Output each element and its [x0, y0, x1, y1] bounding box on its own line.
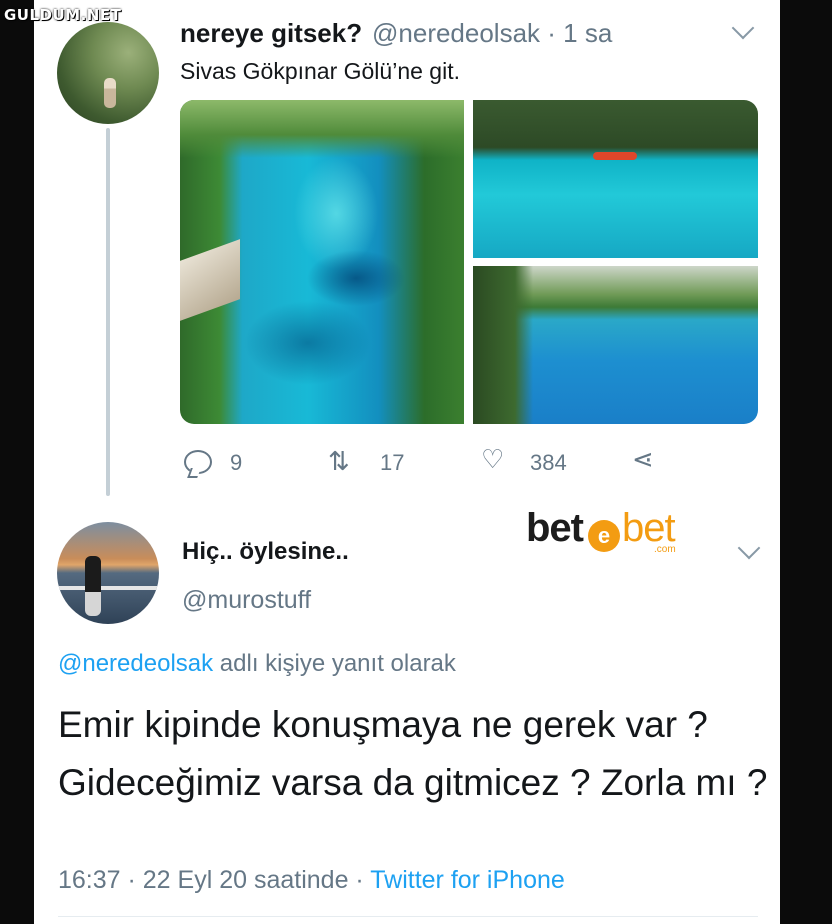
- tweet-text: Sivas Gökpınar Gölü’ne git.: [180, 58, 460, 84]
- author-display-name[interactable]: nereye gitsek?: [180, 18, 362, 49]
- avatar[interactable]: [57, 522, 159, 624]
- chevron-down-icon[interactable]: [731, 16, 755, 40]
- reply-mention-link[interactable]: @neredeolsak: [58, 650, 213, 677]
- thread-connector-line: [106, 128, 110, 496]
- avatar-figure: [104, 78, 116, 108]
- sponsor-logo: bet e bet .com: [526, 506, 696, 556]
- logo-domain: .com: [654, 544, 676, 555]
- tweet-photo-1[interactable]: [180, 100, 464, 424]
- retweet-count: 17: [380, 450, 405, 475]
- logo-text-left: bet: [526, 506, 584, 550]
- reply-context: @neredeolsak adlı kişiye yanıt olarak: [58, 650, 456, 678]
- watermark-logo: GULDUM.NET: [4, 6, 122, 24]
- tweet-metadata: 16:37 · 22 Eyl 20 saatinde · Twitter for…: [58, 866, 565, 895]
- chevron-down-icon[interactable]: [737, 536, 761, 560]
- author-handle[interactable]: @murostuff: [182, 586, 311, 615]
- divider: [58, 916, 758, 917]
- reply-count: 9: [230, 450, 243, 475]
- like-icon[interactable]: ♡: [481, 444, 504, 474]
- tweet-photo-2[interactable]: [473, 100, 758, 258]
- tweet-timestamp[interactable]: 16:37 · 22 Eyl 20 saatinde ·: [58, 866, 370, 894]
- tweet-text: Emir kipinde konuşmaya ne gerek var ? Gi…: [58, 704, 768, 803]
- share-icon[interactable]: ⋖: [632, 444, 654, 474]
- tweet-source-link[interactable]: Twitter for iPhone: [370, 866, 565, 894]
- like-count: 384: [530, 450, 567, 475]
- retweet-icon[interactable]: ⇅: [328, 446, 350, 476]
- avatar-figure: [85, 556, 101, 616]
- reply-icon[interactable]: [184, 450, 212, 474]
- avatar-railing: [57, 586, 159, 590]
- author-handle-time[interactable]: @neredeolsak · 1 sa: [372, 18, 612, 49]
- avatar[interactable]: [57, 22, 159, 124]
- logo-mark: e: [588, 520, 620, 552]
- reply-context-label: adlı kişiye yanıt olarak: [213, 650, 456, 677]
- author-display-name[interactable]: Hiç.. öylesine..: [182, 538, 349, 566]
- tweet-thread-card: nereye gitsek? @neredeolsak · 1 sa Sivas…: [34, 0, 780, 924]
- tweet-photo-3[interactable]: [473, 266, 758, 424]
